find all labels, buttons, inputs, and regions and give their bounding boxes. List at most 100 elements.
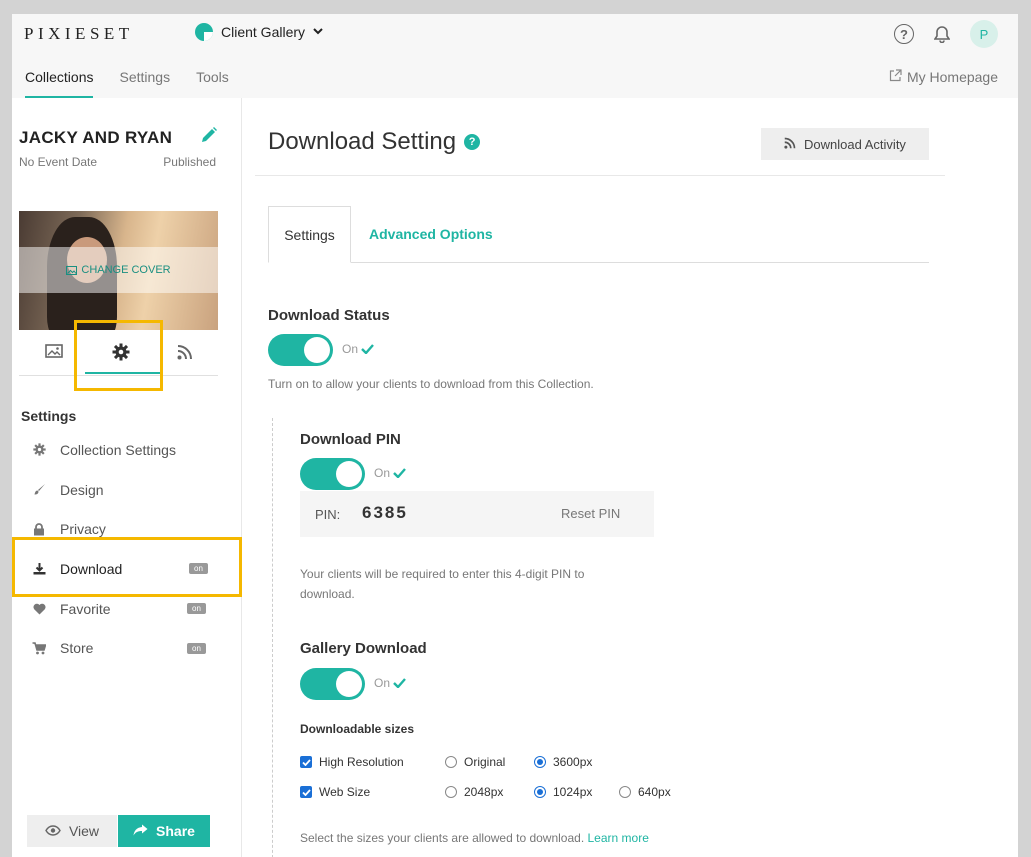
publish-status: Published	[163, 155, 216, 169]
radio-icon	[445, 786, 457, 798]
download-pin-title: Download PIN	[300, 431, 401, 448]
web-size-checkbox[interactable]: Web Size	[300, 785, 370, 799]
sidebar-item-label: Design	[60, 481, 104, 498]
client-gallery-logo-icon	[195, 23, 213, 41]
check-icon	[361, 344, 374, 354]
check-icon	[393, 678, 406, 688]
download-status-toggle[interactable]	[268, 334, 333, 366]
pin-value: 6385	[362, 503, 408, 522]
tab-advanced-options[interactable]: Advanced Options	[369, 226, 493, 242]
download-highlight-box	[12, 537, 242, 597]
sidebar-item-design[interactable]: Design	[12, 470, 242, 510]
gear-icon	[32, 443, 46, 456]
state-label: On	[342, 342, 359, 356]
view-button-label: View	[68, 823, 100, 839]
cart-icon	[32, 641, 46, 655]
radio-label: 3600px	[553, 755, 593, 769]
pin-label: PIN:	[315, 507, 341, 522]
sidebar: JACKY AND RYAN No Event Date Published C…	[12, 98, 242, 857]
change-cover-label: CHANGE COVER	[81, 264, 171, 276]
radio-label: Original	[464, 755, 506, 769]
status-badge: on	[187, 642, 206, 654]
download-pin-help: Your clients will be required to enter t…	[300, 564, 584, 604]
checkbox-label: High Resolution	[319, 755, 404, 769]
download-status-title: Download Status	[268, 307, 390, 324]
radio-1024px[interactable]: 1024px	[534, 785, 592, 799]
check-icon	[393, 468, 406, 478]
external-link-icon	[889, 69, 902, 85]
radio-3600px[interactable]: 3600px	[534, 755, 592, 769]
radio-icon	[445, 756, 457, 768]
toggle-knob	[336, 671, 362, 697]
tab-settings[interactable]: Settings	[268, 206, 351, 263]
radio-icon	[619, 786, 631, 798]
pin-box: PIN: 6385 Reset PIN	[300, 491, 654, 537]
share-button-label: Share	[156, 823, 195, 839]
download-activity-button[interactable]: Download Activity	[761, 128, 929, 160]
radio-original[interactable]: Original	[445, 755, 505, 769]
toggle-knob	[336, 461, 362, 487]
state-label: On	[374, 466, 391, 480]
toggle-knob	[304, 337, 330, 363]
gallery-download-toggle[interactable]	[300, 668, 365, 700]
radio-selected-icon	[534, 786, 546, 798]
photos-icon[interactable]	[45, 344, 63, 363]
top-icons: ? P	[894, 20, 998, 48]
radio-label: 2048px	[464, 785, 504, 799]
bell-icon[interactable]	[932, 24, 952, 44]
gallery-download-state: On	[374, 676, 406, 690]
share-arrow-icon	[133, 823, 148, 839]
radio-selected-icon	[534, 756, 546, 768]
tab-settings[interactable]: Settings	[119, 69, 170, 98]
event-date: No Event Date	[19, 155, 98, 169]
help-line: download.	[300, 587, 355, 601]
pixieset-logo[interactable]: PIXIESET	[24, 24, 134, 44]
reset-pin-button[interactable]: Reset PIN	[561, 506, 620, 521]
chevron-down-icon	[313, 27, 323, 38]
activity-feed-icon	[784, 137, 796, 152]
help-icon[interactable]: ?	[894, 24, 914, 44]
radio-label: 640px	[638, 785, 671, 799]
state-label: On	[374, 676, 391, 690]
radio-2048px[interactable]: 2048px	[445, 785, 503, 799]
main-nav: Collections Settings Tools	[25, 69, 229, 98]
lock-icon	[32, 522, 46, 536]
question-icon[interactable]: ?	[464, 134, 481, 150]
sidebar-item-label: Privacy	[60, 521, 106, 538]
avatar[interactable]: P	[970, 20, 998, 48]
cover-image[interactable]: CHANGE COVER	[19, 211, 218, 330]
gear-highlight-box	[74, 320, 163, 391]
sidebar-item-label: Store	[60, 640, 94, 657]
sidebar-item-label: Collection Settings	[60, 441, 176, 458]
eye-icon	[45, 823, 61, 839]
download-activity-label: Download Activity	[804, 136, 906, 152]
learn-more-link[interactable]: Learn more	[588, 831, 649, 845]
sidebar-item-collection-settings[interactable]: Collection Settings	[12, 430, 242, 470]
tab-collections[interactable]: Collections	[25, 69, 94, 98]
my-homepage-link[interactable]: My Homepage	[889, 69, 998, 85]
change-cover-button[interactable]: CHANGE COVER	[19, 247, 218, 293]
gallery-switcher-label: Client Gallery	[221, 24, 306, 40]
share-button[interactable]: Share	[118, 815, 210, 847]
dashed-indent-line	[272, 418, 273, 857]
page-title: Download Setting ?	[268, 128, 481, 156]
pencil-icon[interactable]	[200, 126, 218, 149]
activity-feed-icon[interactable]	[177, 344, 193, 365]
high-resolution-checkbox[interactable]: High Resolution	[300, 755, 404, 769]
image-icon	[66, 265, 78, 275]
checkbox-checked-icon	[300, 756, 312, 768]
checkbox-checked-icon	[300, 786, 312, 798]
settings-section-label: Settings	[21, 408, 77, 424]
page-title-text: Download Setting	[268, 128, 457, 155]
tab-tools[interactable]: Tools	[196, 69, 229, 98]
gallery-download-help: Select the sizes your clients are allowe…	[300, 828, 649, 848]
checkbox-label: Web Size	[319, 785, 371, 799]
radio-label: 1024px	[553, 785, 593, 799]
status-badge: on	[187, 603, 206, 615]
app-window: PIXIESET Client Gallery ? P Collections …	[12, 14, 1018, 857]
view-button[interactable]: View	[27, 815, 117, 847]
sidebar-item-store[interactable]: Store on	[12, 628, 242, 668]
radio-640px[interactable]: 640px	[619, 785, 671, 799]
gallery-switcher[interactable]: Client Gallery	[195, 23, 323, 41]
download-pin-toggle[interactable]	[300, 458, 365, 490]
